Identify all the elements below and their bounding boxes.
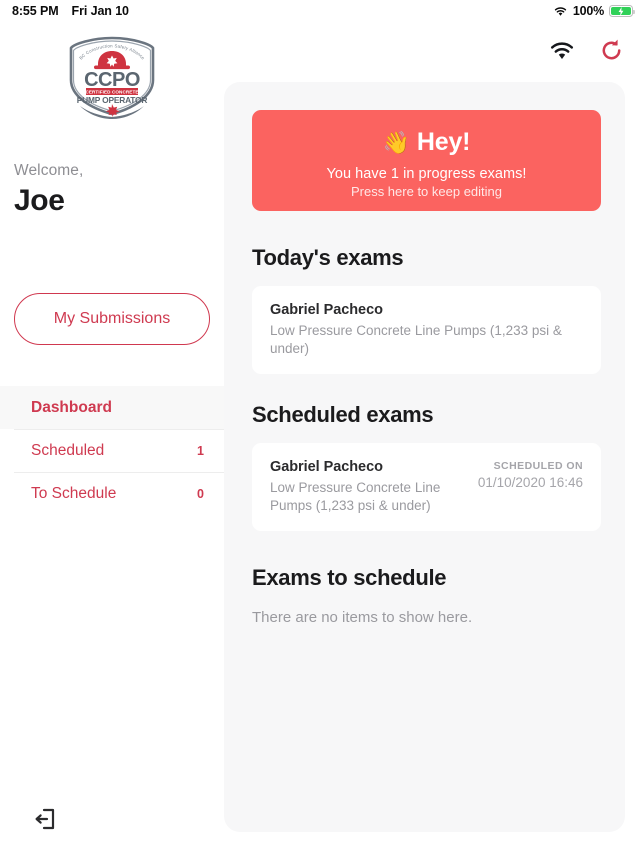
empty-state-text: There are no items to show here. [252, 609, 473, 626]
section-title: Exams to schedule [252, 565, 447, 590]
logout-button[interactable] [30, 804, 60, 834]
in-progress-banner[interactable]: 👋 Hey! You have 1 in progress exams! Pre… [252, 110, 601, 211]
exam-type-label: Low Pressure Concrete Line Pumps (1,233 … [270, 480, 441, 514]
status-bar-time: 8:55 PM [12, 4, 59, 18]
banner-title: Hey! [416, 128, 471, 156]
section-exams-to-schedule: Exams to schedule There are no items to … [252, 565, 601, 626]
sidebar-item-label: Scheduled [31, 441, 105, 459]
svg-text:PUMP OPERATOR: PUMP OPERATOR [77, 95, 148, 105]
scheduled-on-label: SCHEDULED ON [493, 460, 583, 472]
sidebar-item-label: To Schedule [31, 484, 117, 502]
banner-message: You have 1 in progress exams! [326, 166, 527, 182]
status-bar-right: 100% [553, 4, 635, 18]
sidebar-item-dashboard[interactable]: Dashboard [0, 386, 224, 429]
ccpo-logo-icon: BC Construction Safety Alliance CCPO CER… [69, 36, 155, 119]
wifi-icon [550, 41, 574, 59]
welcome-block: Welcome, Joe [14, 162, 83, 218]
banner-title-row: 👋 Hey! [252, 128, 601, 157]
exam-candidate-name: Gabriel Pacheco [270, 302, 383, 318]
status-bar-date: Fri Jan 10 [71, 4, 129, 18]
refresh-button[interactable] [599, 38, 624, 63]
waving-hand-icon: 👋 [382, 129, 410, 155]
sidebar-item-scheduled[interactable]: Scheduled 1 [0, 429, 224, 472]
user-name: Joe [14, 184, 65, 217]
logout-icon [35, 808, 55, 830]
my-submissions-button[interactable]: My Submissions [14, 293, 210, 345]
exam-type-label: Low Pressure Concrete Line Pumps (1,233 … [270, 323, 562, 357]
exam-card[interactable]: Gabriel Pacheco Low Pressure Concrete Li… [252, 286, 601, 375]
wifi-status-button[interactable] [549, 41, 575, 61]
exam-candidate-name: Gabriel Pacheco [270, 459, 383, 475]
app-logo: BC Construction Safety Alliance CCPO CER… [0, 34, 224, 119]
refresh-icon [602, 39, 621, 60]
scheduled-on-value: 01/10/2020 16:46 [477, 475, 583, 490]
section-scheduled-exams: Scheduled exams Gabriel Pacheco Low Pres… [252, 402, 601, 532]
sidebar-nav: Dashboard Scheduled 1 To Schedule 0 [0, 386, 224, 515]
sidebar-item-count: 0 [197, 486, 204, 501]
battery-percent: 100% [572, 4, 604, 18]
banner-subtext: Press here to keep editing [350, 184, 503, 199]
sidebar: BC Construction Safety Alliance CCPO CER… [0, 22, 224, 857]
battery-charging-icon [609, 5, 635, 17]
welcome-label: Welcome, [14, 162, 84, 179]
status-bar: 8:55 PM Fri Jan 10 100% [0, 0, 643, 22]
exam-schedule-meta: SCHEDULED ON 01/10/2020 16:46 [464, 459, 583, 490]
section-title: Today's exams [252, 245, 404, 270]
svg-text:CCPO: CCPO [84, 69, 140, 91]
sidebar-item-to-schedule[interactable]: To Schedule 0 [0, 472, 224, 515]
sidebar-item-count: 1 [197, 443, 204, 458]
section-todays-exams: Today's exams Gabriel Pacheco Low Pressu… [252, 245, 601, 375]
svg-text:CERTIFIED CONCRETE: CERTIFIED CONCRETE [85, 90, 138, 95]
exam-card[interactable]: Gabriel Pacheco Low Pressure Concrete Li… [252, 443, 601, 532]
wifi-icon [553, 6, 568, 17]
section-title: Scheduled exams [252, 402, 434, 427]
app-root: 8:55 PM Fri Jan 10 100% BC Construction … [0, 0, 643, 857]
sidebar-item-label: Dashboard [31, 398, 112, 416]
topbar-actions [549, 38, 624, 63]
main-content-panel: 👋 Hey! You have 1 in progress exams! Pre… [224, 82, 625, 832]
